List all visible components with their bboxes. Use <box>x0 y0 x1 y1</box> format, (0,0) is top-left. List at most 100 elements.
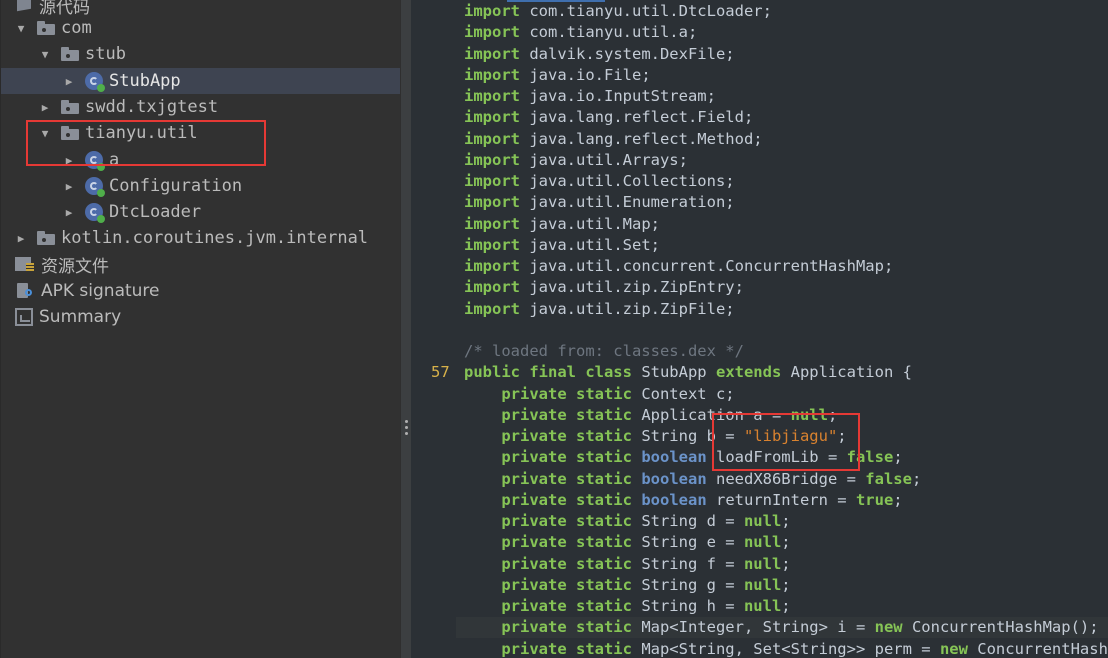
tree-item[interactable]: APK signature <box>1 278 400 304</box>
keyword: import <box>464 214 520 233</box>
code-line[interactable]: private static boolean returnIntern = tr… <box>411 490 1108 511</box>
tree-item[interactable]: 资源文件 <box>1 251 400 277</box>
class-icon <box>85 203 105 223</box>
code-line[interactable]: import java.lang.reflect.Method; <box>411 129 1108 150</box>
code-line[interactable]: import java.util.Enumeration; <box>411 192 1108 213</box>
code-line[interactable]: import java.io.InputStream; <box>411 86 1108 107</box>
keyword: extends <box>715 363 782 382</box>
code-line[interactable]: private static String h = null; <box>411 596 1108 617</box>
code-token: Map<String, Set<String>> perm = <box>631 639 940 658</box>
code-line[interactable]: import com.tianyu.util.a; <box>411 22 1108 43</box>
code-token: String f = <box>631 554 744 573</box>
chevron-down-icon[interactable]: ▼ <box>39 48 51 61</box>
code-line[interactable]: /* loaded from: classes.dex */ <box>411 341 1108 362</box>
keyword: import <box>464 172 520 190</box>
keyword: import <box>464 299 520 318</box>
code-text: import java.util.Map; <box>464 214 660 235</box>
chevron-right-icon[interactable]: ▶ <box>63 75 75 88</box>
code-line[interactable]: private static String e = null; <box>411 532 1108 553</box>
code-line[interactable] <box>411 320 1108 341</box>
drag-handle-icon[interactable] <box>405 420 408 438</box>
tree-item[interactable]: ▶ kotlin.coroutines.jvm.internal <box>1 225 400 251</box>
line-number: 57 <box>431 363 450 382</box>
tree-item[interactable]: ▶ swdd.txjgtest <box>1 94 400 120</box>
keyword: import <box>464 235 520 254</box>
project-tree-panel: 源代码 ▼ com ▼ stub ▶ StubApp ▶ swdd.txjgtest ▼ tiany… <box>0 0 400 658</box>
code-text: private static boolean returnIntern = tr… <box>464 490 902 511</box>
code-text: import java.util.Enumeration; <box>464 192 735 213</box>
chevron-right-icon[interactable]: ▶ <box>63 180 75 193</box>
code-line[interactable]: private static String d = null; <box>411 511 1108 532</box>
tree-item-label: stub <box>85 44 126 64</box>
tree-item[interactable]: ▶ StubApp <box>1 68 400 94</box>
comment: /* loaded from: classes.dex */ <box>464 342 744 360</box>
code-token: java.io.File; <box>520 65 651 84</box>
code-token: String g = <box>631 575 744 594</box>
code-token: java.util.zip.ZipFile; <box>520 299 735 318</box>
keyword: null <box>743 533 782 552</box>
code-line[interactable]: import java.util.Map; <box>411 214 1108 235</box>
annotation-box-package <box>26 120 266 166</box>
class-icon <box>85 72 105 92</box>
code-line[interactable]: import java.util.Set; <box>411 235 1108 256</box>
tree-item[interactable]: Summary <box>1 304 400 330</box>
code-line[interactable]: private static Map<String, Set<String>> … <box>411 639 1108 658</box>
code-line[interactable]: import java.util.Collections; <box>411 171 1108 192</box>
tree-item[interactable]: ▼ com <box>1 15 400 41</box>
code-line[interactable]: import java.io.File; <box>411 65 1108 86</box>
code-editor[interactable]: import com.tianyu.util.DtcLoader; import … <box>411 0 1108 658</box>
code-line[interactable]: import com.tianyu.util.DtcLoader; <box>411 1 1108 22</box>
code-line[interactable]: import java.util.zip.ZipEntry; <box>411 277 1108 298</box>
chevron-right-icon[interactable]: ▶ <box>39 101 51 114</box>
tree-item[interactable]: ▶ DtcLoader <box>1 199 400 225</box>
package-folder-icon <box>37 231 55 245</box>
code-line-current[interactable]: private static Map<Integer, String> i = … <box>456 617 1108 639</box>
keyword: private static <box>501 405 632 424</box>
code-token: ; <box>781 512 791 530</box>
code-token: StubApp <box>631 363 716 382</box>
code-text: import com.tianyu.util.DtcLoader; <box>464 1 772 22</box>
tree-item[interactable]: ▶ Configuration <box>1 173 400 199</box>
keyword: import <box>464 108 520 127</box>
code-token: Context c; <box>631 384 735 403</box>
primitive-type: boolean <box>641 469 707 488</box>
keyword: new <box>874 618 903 637</box>
code-token: ; <box>781 533 791 552</box>
code-token: dalvik.system.DexFile; <box>520 44 735 63</box>
panel-splitter[interactable] <box>400 0 411 658</box>
code-line[interactable]: import java.lang.reflect.Field; <box>411 107 1108 128</box>
code-line[interactable]: private static String f = null; <box>411 554 1108 575</box>
code-line[interactable]: import java.util.zip.ZipFile; <box>411 299 1108 320</box>
code-line[interactable]: import java.util.Arrays; <box>411 150 1108 171</box>
code-token: String h = <box>631 597 744 615</box>
chevron-down-icon[interactable]: ▼ <box>15 22 27 35</box>
chevron-right-icon[interactable]: ▶ <box>15 232 27 245</box>
code-token: java.util.Enumeration; <box>520 193 735 212</box>
code-text: public final class StubApp extends Appli… <box>464 362 912 383</box>
code-text: import java.util.Collections; <box>464 171 735 192</box>
resources-folder-icon <box>15 255 35 273</box>
keyword: private static <box>501 469 632 488</box>
code-line[interactable]: import dalvik.system.DexFile; <box>411 44 1108 65</box>
keyword: import <box>464 150 520 169</box>
code-line[interactable]: private static Context c; <box>411 384 1108 405</box>
chevron-right-icon[interactable]: ▶ <box>63 206 75 219</box>
code-line[interactable]: 57 public final class StubApp extends App… <box>411 362 1108 383</box>
tree-item-label: APK signature <box>41 281 160 301</box>
keyword: import <box>464 2 520 20</box>
code-line[interactable]: import java.util.concurrent.ConcurrentHa… <box>411 256 1108 277</box>
code-text: /* loaded from: classes.dex */ <box>464 341 744 362</box>
tree-item[interactable]: ▼ stub <box>1 41 400 67</box>
code-text: import java.util.zip.ZipEntry; <box>464 277 744 298</box>
code-line[interactable]: private static String g = null; <box>411 575 1108 596</box>
code-text: import java.lang.reflect.Field; <box>464 107 753 128</box>
keyword: private static <box>501 533 632 552</box>
code-text: private static String f = null; <box>464 554 790 575</box>
code-token: java.lang.reflect.Field; <box>520 108 754 127</box>
code-line[interactable]: private static boolean needX86Bridge = f… <box>411 469 1108 490</box>
